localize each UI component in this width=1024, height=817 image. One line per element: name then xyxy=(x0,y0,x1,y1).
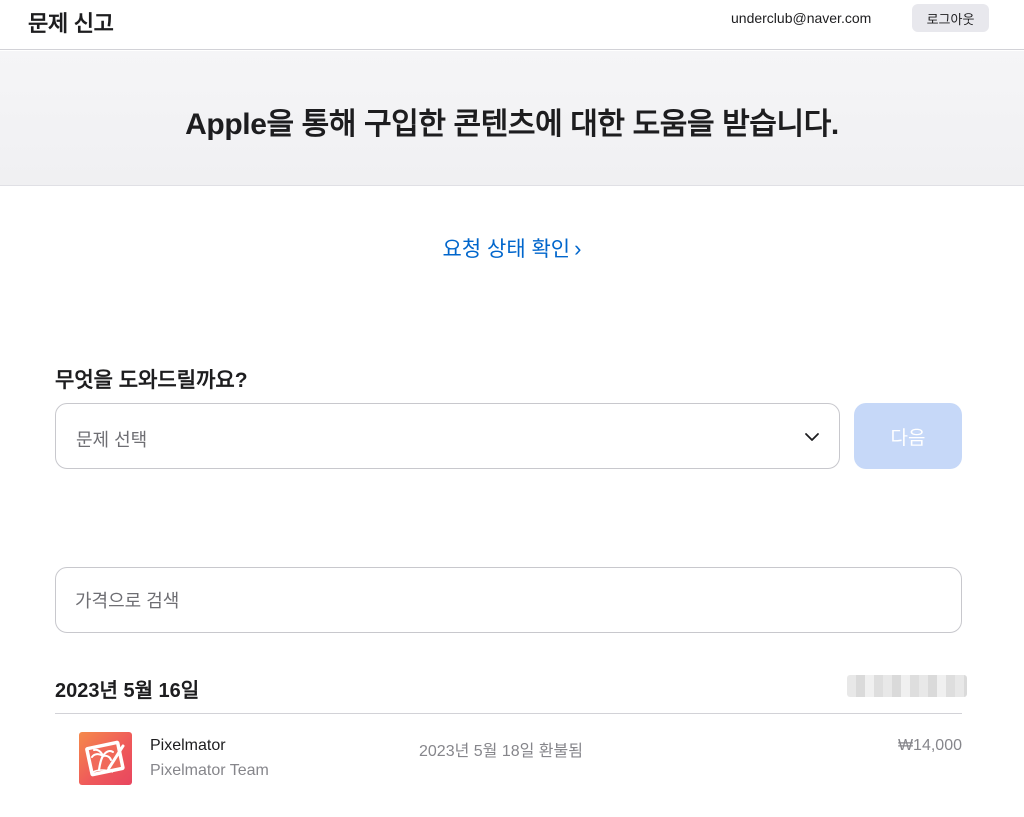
issue-select[interactable]: 문제 선택 xyxy=(55,403,840,469)
search-input[interactable] xyxy=(75,588,935,614)
chevron-right-icon: › xyxy=(574,236,582,261)
purchase-date-heading: 2023년 5월 16일 xyxy=(55,680,200,702)
chevron-down-icon xyxy=(805,433,819,441)
hero-banner: Apple을 통해 구입한 콘텐츠에 대한 도움을 받습니다. xyxy=(0,51,1024,186)
hero-heading: Apple을 통해 구입한 콘텐츠에 대한 도움을 받습니다. xyxy=(185,108,839,141)
issue-select-placeholder: 문제 선택 xyxy=(76,430,148,450)
check-request-status-link[interactable]: 요청 상태 확인 › xyxy=(0,233,1024,263)
check-request-status-label: 요청 상태 확인 xyxy=(442,238,571,261)
account-email: underclub@naver.com xyxy=(731,10,872,26)
logout-button[interactable]: 로그아웃 xyxy=(912,4,989,32)
app-name: Pixelmator xyxy=(150,737,226,754)
search-field[interactable] xyxy=(55,567,962,633)
redacted-order-info xyxy=(847,675,967,697)
top-bar: 문제 신고 underclub@naver.com 로그아웃 xyxy=(0,0,1024,50)
page-title: 문제 신고 xyxy=(28,11,114,36)
purchase-row[interactable]: Pixelmator Pixelmator Team 2023년 5월 18일 … xyxy=(55,714,962,804)
refund-status: 2023년 5월 18일 환불됨 xyxy=(419,743,583,760)
app-developer: Pixelmator Team xyxy=(150,762,269,779)
next-button[interactable]: 다음 xyxy=(854,403,962,469)
price: ₩14,000 xyxy=(897,737,962,754)
help-question-label: 무엇을 도와드릴까요? xyxy=(55,369,248,392)
pixelmator-app-icon xyxy=(79,732,132,785)
